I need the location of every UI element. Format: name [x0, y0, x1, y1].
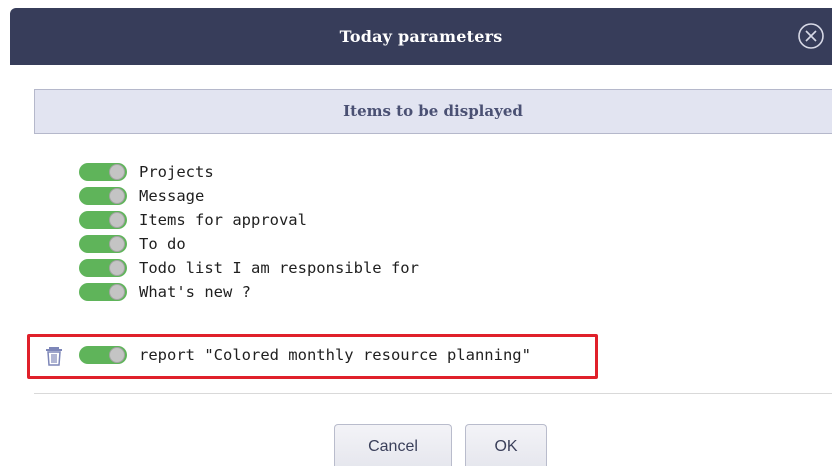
toggle-switch[interactable]: [79, 211, 127, 229]
cancel-button[interactable]: Cancel: [334, 424, 452, 466]
item-label: What's new ?: [139, 283, 251, 301]
toggle-knob: [109, 284, 125, 300]
item-label: To do: [139, 235, 186, 253]
toggle-knob: [109, 212, 125, 228]
close-circle-icon[interactable]: [796, 21, 826, 51]
list-item: To do: [0, 232, 832, 256]
item-label: Todo list I am responsible for: [139, 259, 419, 277]
list-item: What's new ?: [0, 280, 832, 304]
toggle-switch[interactable]: [79, 163, 127, 181]
highlight-box: [27, 334, 598, 379]
toggle-switch[interactable]: [79, 283, 127, 301]
title-bar: Today parameters: [10, 8, 832, 65]
list-item: Items for approval: [0, 208, 832, 232]
list-item: Todo list I am responsible for: [0, 256, 832, 280]
dialog-title: Today parameters: [339, 27, 503, 46]
list-item: Message: [0, 184, 832, 208]
divider: [34, 393, 832, 394]
toggle-knob: [109, 164, 125, 180]
ok-button[interactable]: OK: [465, 424, 547, 466]
toggle-switch[interactable]: [79, 235, 127, 253]
item-label: Items for approval: [139, 211, 307, 229]
section-header-title: Items to be displayed: [343, 102, 523, 120]
toggle-switch[interactable]: [79, 187, 127, 205]
toggle-switch[interactable]: [79, 259, 127, 277]
list-item: Projects: [0, 160, 832, 184]
toggle-knob: [109, 260, 125, 276]
item-label: Message: [139, 187, 205, 205]
item-label: Projects: [139, 163, 214, 181]
toggle-knob: [109, 236, 125, 252]
dialog: Today parameters Items to be displayed P…: [0, 0, 832, 466]
toggle-knob: [109, 188, 125, 204]
